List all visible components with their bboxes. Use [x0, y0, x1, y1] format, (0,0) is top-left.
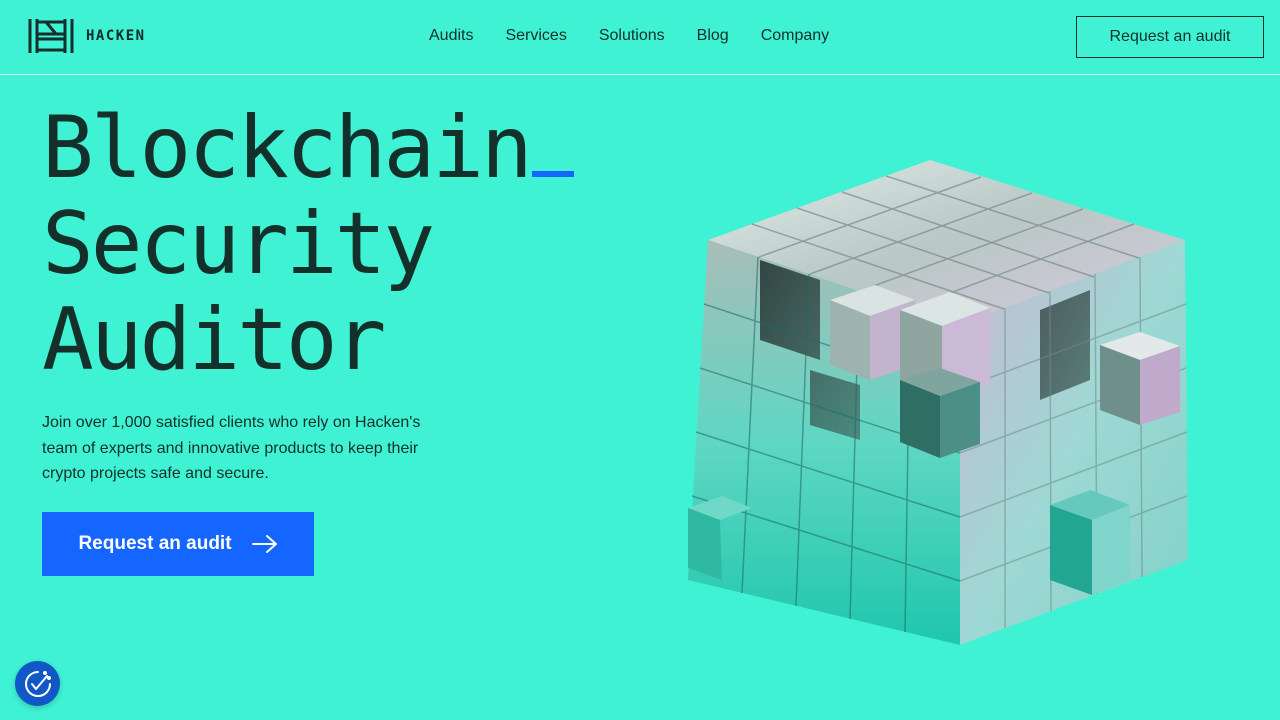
hacken-logo-icon: [28, 19, 74, 53]
hero-description: Join over 1,000 satisfied clients who re…: [42, 414, 421, 482]
cookie-consent-button[interactable]: [15, 661, 60, 706]
hero-title-word-1: Blockchain: [42, 98, 533, 198]
nav-item-services[interactable]: Services: [489, 27, 582, 45]
hero-title-line-3: Auditor: [42, 290, 386, 390]
arrow-right-icon: [251, 535, 277, 553]
brand-name: HACKEN: [86, 28, 146, 44]
cube-image: [688, 160, 1188, 645]
cursor-bar: [531, 171, 574, 177]
header-request-audit-button[interactable]: Request an audit: [1076, 16, 1264, 58]
nav-item-blog[interactable]: Blog: [681, 27, 745, 45]
hero-title: Blockchain Security Auditor: [42, 100, 574, 388]
nav-item-solutions[interactable]: Solutions: [583, 27, 681, 45]
nav-item-audits[interactable]: Audits: [413, 27, 489, 45]
site-header: HACKEN Audits Services Solutions Blog Co…: [0, 0, 1280, 75]
hero-cta-label: Request an audit: [78, 533, 232, 554]
nav-item-company[interactable]: Company: [745, 27, 845, 45]
cube-illustration: [660, 140, 1220, 660]
hero-request-audit-button[interactable]: Request an audit: [42, 512, 314, 576]
hacken-logo[interactable]: HACKEN: [28, 19, 146, 53]
cookie-consent-check-icon: [24, 670, 51, 697]
hero-title-line-1: Blockchain: [42, 100, 574, 196]
hero-title-line-2: Security: [42, 194, 435, 294]
main-nav: Audits Services Solutions Blog Company: [413, 0, 845, 72]
